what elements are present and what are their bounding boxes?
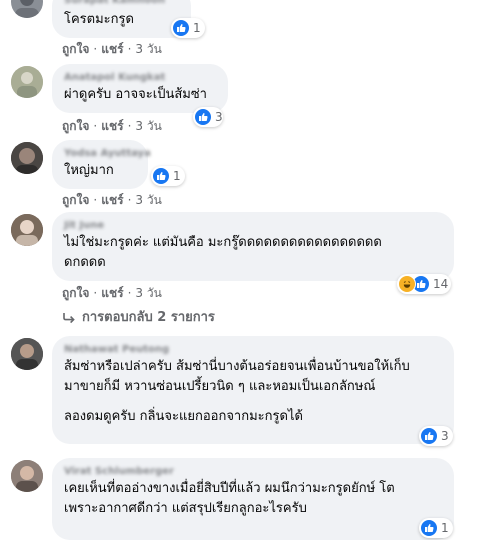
avatar[interactable] [11, 460, 43, 492]
comment-bubble: Anatapol Kungkat ผ่าดูครับ อาจจะเป็นส้มซ… [52, 64, 228, 113]
comment-text: ใหญ่มาก [64, 161, 136, 181]
share-action[interactable]: แชร์ [101, 118, 123, 134]
comment-line: เพราะอากาศดีกว่า แต่สรุปเรียกลูกอะไรครับ [64, 501, 307, 516]
like-action[interactable]: ถูกใจ [62, 285, 89, 301]
comment-bubble: Surapat Kamnoon โครตมะกรูด [52, 0, 191, 38]
reaction-count: 1 [173, 169, 181, 183]
comment-text: เคยเห็นที่ตออ่างขางเมื่อยี่สิบปีที่แล้ว … [64, 479, 442, 519]
comment-actions: ถูกใจ · แชร์ · 3 วัน [62, 192, 162, 208]
replies-label[interactable]: การตอบกลับ 2 รายการ [82, 309, 215, 327]
comment-line: เคยเห็นที่ตออ่างขางเมื่อยี่สิบปีที่แล้ว … [64, 481, 395, 496]
like-icon [421, 428, 437, 444]
comment-text: โครตมะกรูด [64, 10, 179, 30]
avatar[interactable] [11, 214, 43, 246]
separator: · [127, 286, 132, 300]
comment-age[interactable]: 3 วัน [135, 192, 161, 208]
share-action[interactable]: แชร์ [101, 285, 123, 301]
like-icon [173, 20, 189, 36]
separator: · [93, 193, 98, 207]
avatar[interactable] [11, 142, 43, 174]
comment-text: ส้มซ่าหรือเปล่าครับ ส้มซ่านี่บางต้นอร่อย… [64, 357, 442, 427]
commenter-name[interactable]: Jit June [64, 219, 442, 233]
like-icon [421, 520, 437, 536]
comment-bubble: Jit June ไม่ใช่มะกรูดค่ะ แต่มันคือ มะกรู… [52, 212, 454, 281]
haha-icon [398, 275, 416, 293]
reaction-count: 1 [193, 21, 201, 35]
reaction-badge[interactable]: 14 [397, 274, 451, 294]
separator: · [127, 193, 132, 207]
comment-age[interactable]: 3 วัน [135, 118, 161, 134]
comment-age[interactable]: 3 วัน [135, 285, 161, 301]
comment-line: ส้มซ่าหรือเปล่าครับ ส้มซ่านี่บางต้นอร่อย… [64, 359, 410, 374]
reaction-badge[interactable]: 3 [419, 426, 453, 446]
separator: · [127, 119, 132, 133]
reaction-count: 14 [433, 277, 449, 291]
reaction-count: 3 [441, 429, 449, 443]
comment-line: มาขายก็มี หวานซ่อนเปรี้ยวนิด ๆ และหอมเป็… [64, 379, 376, 394]
comment-line: ลองดมดูครับ กลิ่นจะแยกออกจากมะกรูดได้ [64, 409, 303, 424]
like-icon [153, 168, 169, 184]
comment-line: ใหญ่มาก [64, 163, 114, 178]
like-icon [195, 109, 211, 125]
avatar[interactable] [11, 0, 43, 18]
like-action[interactable]: ถูกใจ [62, 118, 89, 134]
reaction-badge[interactable]: 1 [171, 18, 205, 38]
comment-text: ผ่าดูครับ อาจจะเป็นส้มซ่า [64, 85, 216, 105]
avatar[interactable] [11, 66, 43, 98]
reaction-badge[interactable]: 1 [151, 166, 185, 186]
like-action[interactable]: ถูกใจ [62, 192, 89, 208]
comment-line: ดกดดด [64, 255, 106, 270]
commenter-name[interactable]: Virat Schlumberger [64, 465, 442, 479]
reaction-badge[interactable]: 1 [419, 518, 453, 538]
like-action[interactable]: ถูกใจ [62, 41, 89, 57]
share-action[interactable]: แชร์ [101, 41, 123, 57]
reaction-count: 1 [441, 521, 449, 535]
comment-text: ไม่ใช่มะกรูดค่ะ แต่มันคือ มะกรู๊ดดดดดดดด… [64, 233, 442, 273]
share-action[interactable]: แชร์ [101, 192, 123, 208]
commenter-name[interactable]: Anatapol Kungkat [64, 71, 216, 85]
comment-bubble: Yodsa Ayuttaya ใหญ่มาก [52, 140, 151, 189]
commenter-name-text[interactable]: Nathawat Peutong [64, 344, 169, 355]
comment-bubble: Virat Schlumberger เคยเห็นที่ตออ่างขางเม… [52, 458, 454, 540]
separator: · [127, 42, 132, 56]
comment-actions: ถูกใจ · แชร์ · 3 วัน [62, 118, 162, 134]
comment-age[interactable]: 3 วัน [135, 41, 161, 57]
comment-actions: ถูกใจ · แชร์ · 3 วัน [62, 285, 162, 301]
comment-line: โครตมะกรูด [64, 12, 134, 27]
commenter-name: Nathawat Peutong [64, 343, 442, 357]
comment-actions: ถูกใจ · แชร์ · 3 วัน [62, 41, 162, 57]
view-replies-link[interactable]: การตอบกลับ 2 รายการ [62, 309, 215, 327]
comment-bubble: Nathawat Peutong ส้มซ่าหรือเปล่าครับ ส้ม… [52, 336, 454, 444]
comment-line: ไม่ใช่มะกรูดค่ะ แต่มันคือ มะกรู๊ดดดดดดดด… [64, 235, 382, 250]
reply-arrow-icon [63, 313, 75, 324]
commenter-name[interactable]: Surapat Kamnoon [64, 0, 179, 8]
comment-line: ผ่าดูครับ อาจจะเป็นส้มซ่า [64, 87, 207, 102]
separator: · [93, 286, 98, 300]
separator: · [93, 42, 98, 56]
separator: · [93, 119, 98, 133]
commenter-name[interactable]: Yodsa Ayuttaya [64, 147, 151, 161]
avatar[interactable] [11, 338, 43, 370]
reaction-badge[interactable]: 3 [193, 107, 223, 127]
reaction-count: 3 [215, 110, 223, 124]
